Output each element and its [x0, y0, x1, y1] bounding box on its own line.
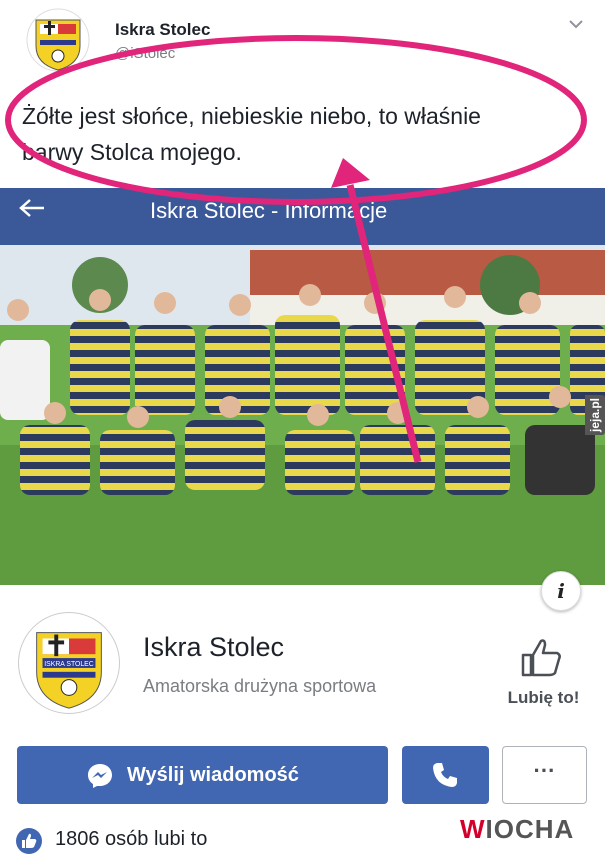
watermark-rest: IOCHA: [485, 814, 575, 844]
logo-text: ISKRA STOLEC: [44, 661, 93, 668]
call-button[interactable]: [402, 746, 489, 804]
phone-icon: [433, 763, 457, 787]
page-category[interactable]: Amatorska drużyna sportowa: [143, 676, 376, 697]
page-profile-logo[interactable]: ISKRA STOLEC: [18, 612, 120, 714]
like-count-icon: [16, 828, 42, 854]
thumbs-up-icon[interactable]: [519, 635, 563, 679]
messenger-icon: [88, 764, 112, 788]
arrow-left-icon[interactable]: [16, 196, 48, 220]
page-name: Iskra Stolec: [143, 632, 285, 662]
send-message-button[interactable]: Wyślij wiadomość: [17, 746, 388, 804]
chevron-down-icon[interactable]: [568, 18, 584, 30]
like-button-label[interactable]: Lubię to!: [496, 688, 591, 708]
cover-photo[interactable]: [0, 245, 605, 585]
watermark-w: W: [460, 814, 486, 844]
post-text: Żółte jest słońce, niebieskie niebo, to …: [22, 98, 582, 170]
club-logo[interactable]: [26, 8, 90, 72]
likes-count: 1806 osób lubi to: [55, 828, 208, 850]
post-text-line: Żółte jest słońce, niebieskie niebo, to …: [22, 103, 481, 129]
post-author-handle: @iStolec: [115, 45, 176, 62]
post-text-line: barwy Stolca mojego.: [22, 139, 242, 165]
info-button[interactable]: i: [541, 571, 581, 611]
nav-title: Iskra Stolec - Informacje: [150, 198, 388, 223]
wiocha-watermark: WIOCHA: [460, 814, 574, 845]
side-watermark: jeja.pl: [585, 395, 605, 435]
post-author-name[interactable]: Iskra Stolec: [115, 20, 210, 40]
post-header: Iskra Stolec @iStolec Żółte jest słońce,…: [0, 0, 605, 180]
more-options-button[interactable]: ···: [502, 746, 587, 804]
send-message-label: Wyślij wiadomość: [127, 764, 299, 786]
